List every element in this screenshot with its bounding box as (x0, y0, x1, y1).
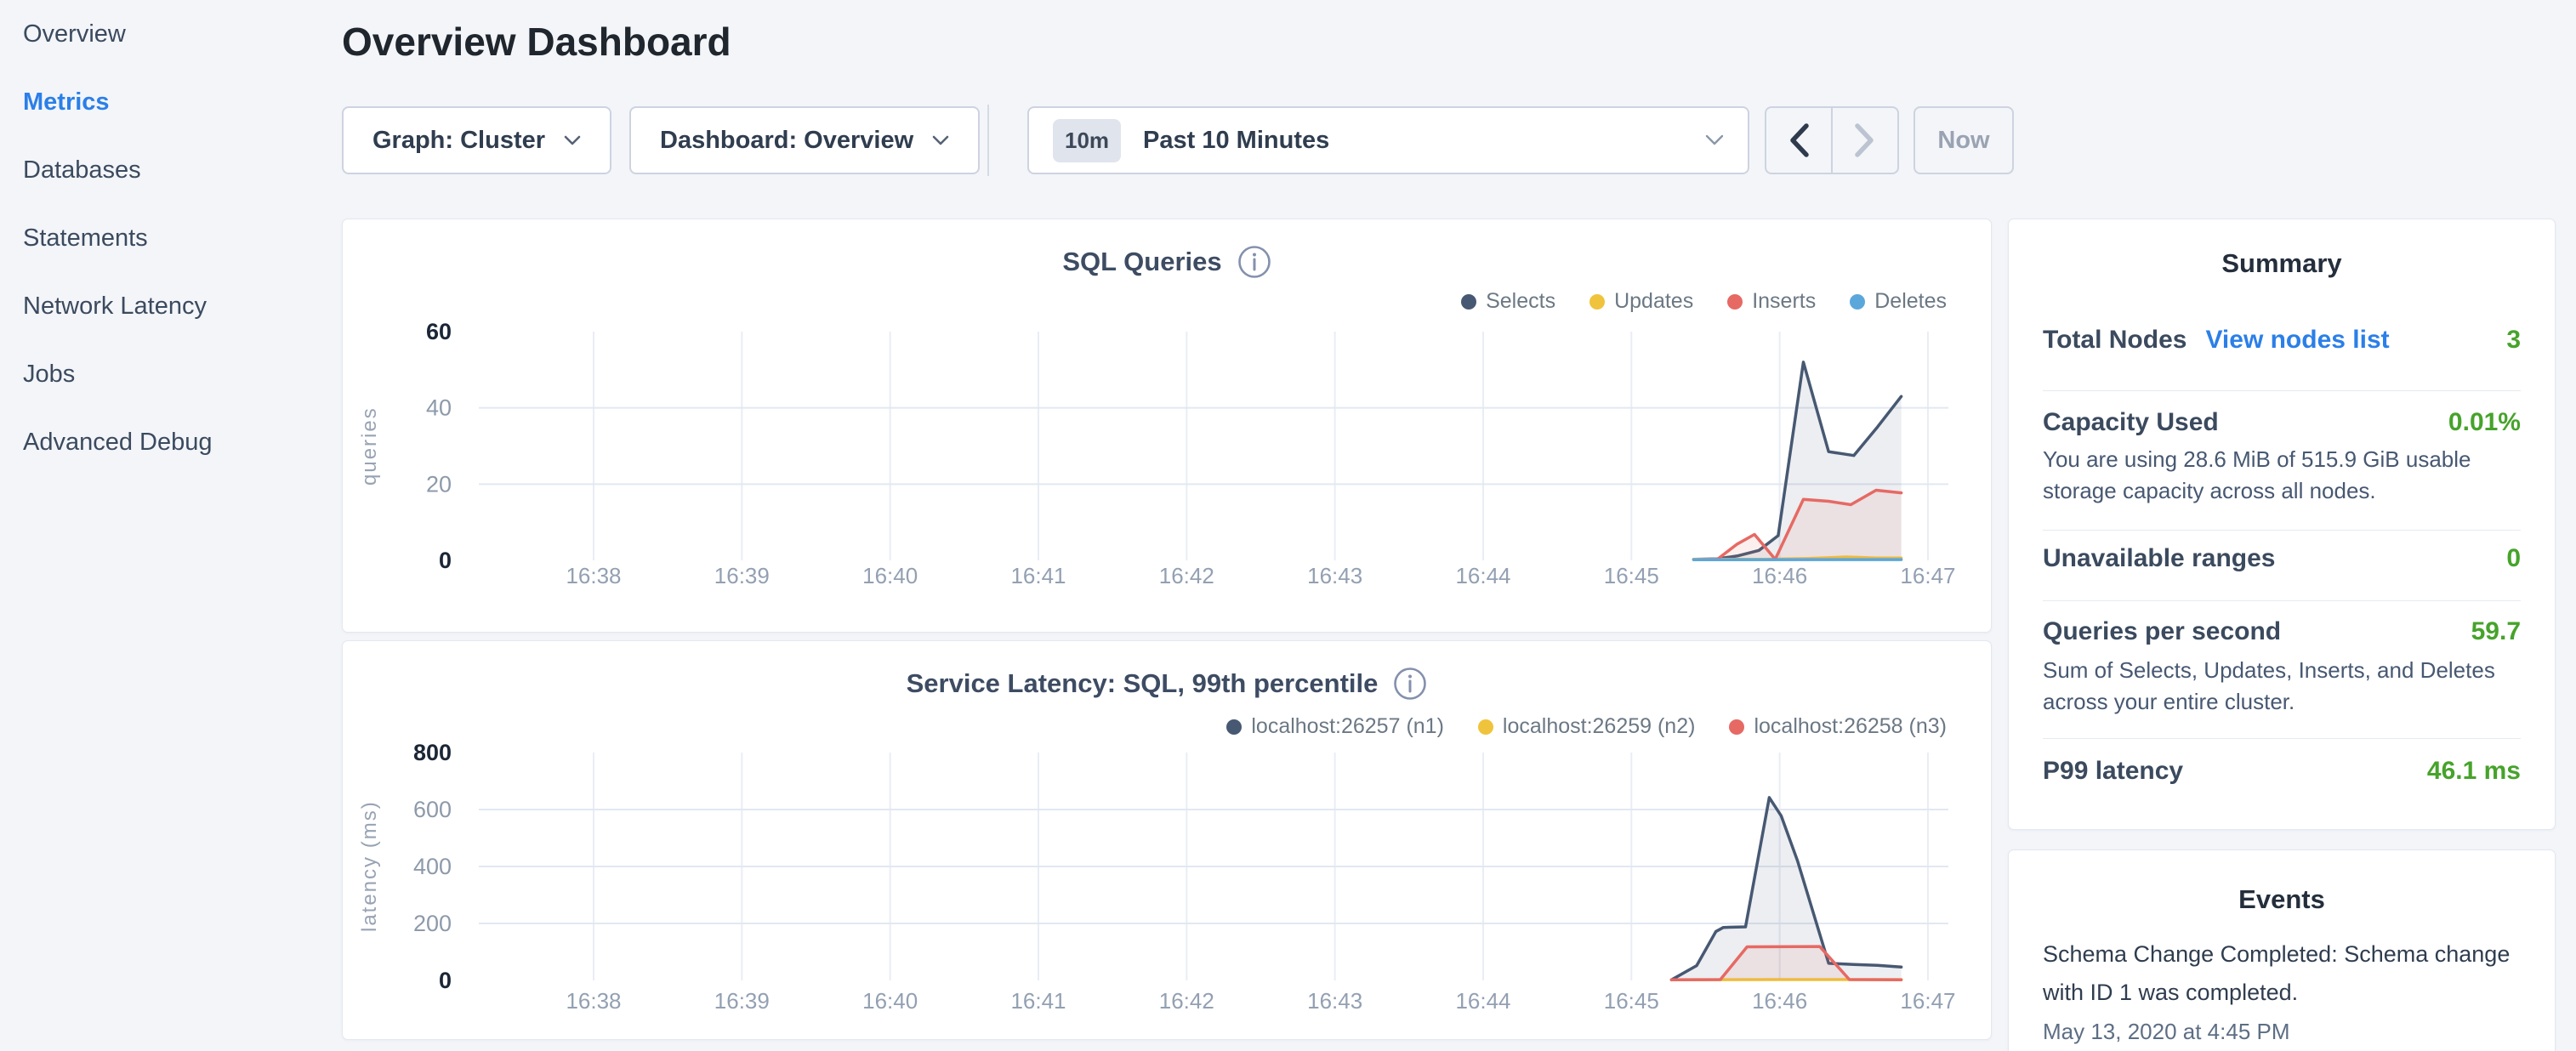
svg-text:16:42: 16:42 (1159, 563, 1214, 588)
svg-text:800: 800 (413, 740, 452, 765)
qps-value: 59.7 (2471, 617, 2521, 646)
chart-plot: 16:38 16:39 16:40 16:41 16:42 16:43 16:44 16:45… (343, 219, 1993, 633)
svg-text:16:38: 16:38 (566, 988, 621, 1014)
unavailable-ranges-value: 0 (2506, 544, 2521, 573)
event-item-text[interactable]: Schema Change Completed: Schema change w… (2043, 935, 2536, 1012)
svg-text:16:38: 16:38 (566, 563, 621, 588)
svg-text:16:39: 16:39 (714, 563, 770, 588)
prev-time-button[interactable] (1766, 108, 1831, 173)
svg-text:16:43: 16:43 (1307, 988, 1362, 1014)
dashboard-dropdown-label: Dashboard: Overview (660, 127, 913, 155)
divider (2043, 738, 2521, 739)
svg-text:16:45: 16:45 (1604, 563, 1659, 588)
page-title: Overview Dashboard (342, 19, 731, 65)
p99-latency-value: 46.1 ms (2427, 757, 2521, 786)
now-button-label: Now (1937, 127, 1989, 155)
time-range-selector[interactable]: 10m Past 10 Minutes (1027, 106, 1749, 174)
sql-queries-chart-card: SQL QueriesSelectsUpdatesInsertsDeletesq… (342, 219, 1992, 633)
chart-plot: 16:38 16:39 16:40 16:41 16:42 16:43 16:44 16:45… (343, 641, 1993, 1041)
svg-text:16:47: 16:47 (1900, 563, 1955, 588)
view-nodes-list-link[interactable]: View nodes list (2205, 326, 2389, 355)
graph-dropdown[interactable]: Graph: Cluster (342, 106, 611, 174)
svg-text:40: 40 (426, 395, 452, 421)
total-nodes-value: 3 (2506, 326, 2521, 355)
controls-divider (987, 105, 989, 176)
svg-text:16:43: 16:43 (1307, 563, 1362, 588)
time-range-label: Past 10 Minutes (1143, 127, 1705, 155)
summary-row-capacity: Capacity Used 0.01% (2043, 408, 2521, 437)
sidebar-item-network-latency[interactable]: Network Latency (23, 287, 207, 325)
next-time-button[interactable] (1831, 108, 1897, 173)
svg-text:0: 0 (439, 548, 452, 573)
summary-title: Summary (2009, 248, 2555, 279)
svg-text:60: 60 (426, 319, 452, 344)
svg-text:200: 200 (413, 911, 452, 936)
svg-text:600: 600 (413, 797, 452, 822)
svg-text:16:45: 16:45 (1604, 988, 1659, 1014)
svg-text:16:44: 16:44 (1455, 988, 1510, 1014)
chevron-left-icon (1788, 122, 1810, 158)
svg-text:16:39: 16:39 (714, 988, 770, 1014)
svg-text:16:40: 16:40 (862, 563, 918, 588)
event-item-timestamp: May 13, 2020 at 4:45 PM (2043, 1019, 2290, 1045)
qps-description: Sum of Selects, Updates, Inserts, and De… (2043, 655, 2532, 718)
sidebar-item-advanced-debug[interactable]: Advanced Debug (23, 423, 213, 461)
svg-text:16:41: 16:41 (1010, 988, 1066, 1014)
chevron-down-icon (932, 135, 949, 146)
svg-text:16:46: 16:46 (1752, 563, 1807, 588)
summary-row-unavailable-ranges: Unavailable ranges 0 (2043, 544, 2521, 573)
summary-row-total-nodes: Total Nodes View nodes list 3 (2043, 326, 2521, 355)
p99-latency-label: P99 latency (2043, 757, 2183, 786)
sidebar-item-metrics[interactable]: Metrics (23, 83, 110, 121)
svg-text:16:41: 16:41 (1010, 563, 1066, 588)
sidebar-item-overview[interactable]: Overview (23, 15, 126, 53)
svg-text:16:46: 16:46 (1752, 988, 1807, 1014)
app-root: Overview Metrics Databases Statements Networ… (0, 0, 2576, 1051)
svg-text:20: 20 (426, 471, 452, 497)
svg-text:16:47: 16:47 (1900, 988, 1955, 1014)
svg-text:16:44: 16:44 (1455, 563, 1510, 588)
time-range-badge: 10m (1053, 119, 1121, 162)
svg-text:16:42: 16:42 (1159, 988, 1214, 1014)
total-nodes-label: Total Nodes (2043, 326, 2186, 355)
capacity-used-value: 0.01% (2448, 408, 2521, 437)
sidebar-item-statements[interactable]: Statements (23, 219, 148, 257)
graph-dropdown-label: Graph: Cluster (372, 127, 545, 155)
svg-text:16:40: 16:40 (862, 988, 918, 1014)
svg-text:400: 400 (413, 854, 452, 879)
service-latency-chart-card: Service Latency: SQL, 99th percentileloc… (342, 640, 1992, 1040)
sidebar-item-databases[interactable]: Databases (23, 151, 141, 189)
unavailable-ranges-label: Unavailable ranges (2043, 544, 2275, 573)
capacity-used-description: You are using 28.6 MiB of 515.9 GiB usab… (2043, 444, 2532, 507)
sidebar: Overview Metrics Databases Statements Networ… (0, 0, 340, 1051)
now-button[interactable]: Now (1914, 106, 2014, 174)
divider (2043, 390, 2521, 391)
dashboard-dropdown[interactable]: Dashboard: Overview (629, 106, 980, 174)
sidebar-item-jobs[interactable]: Jobs (23, 355, 75, 393)
time-step-buttons (1765, 106, 1899, 174)
events-title: Events (2009, 884, 2555, 915)
chevron-right-icon (1854, 122, 1876, 158)
events-panel: Events Schema Change Completed: Schema c… (2008, 849, 2556, 1051)
chevron-down-icon (1705, 134, 1724, 146)
divider (2043, 600, 2521, 601)
capacity-used-label: Capacity Used (2043, 408, 2219, 437)
qps-label: Queries per second (2043, 617, 2281, 646)
svg-text:0: 0 (439, 968, 452, 993)
chevron-down-icon (564, 135, 581, 146)
summary-row-p99: P99 latency 46.1 ms (2043, 757, 2521, 786)
summary-row-qps: Queries per second 59.7 (2043, 617, 2521, 646)
divider (2043, 530, 2521, 531)
summary-panel: Summary Total Nodes View nodes list 3 Ca… (2008, 219, 2556, 830)
